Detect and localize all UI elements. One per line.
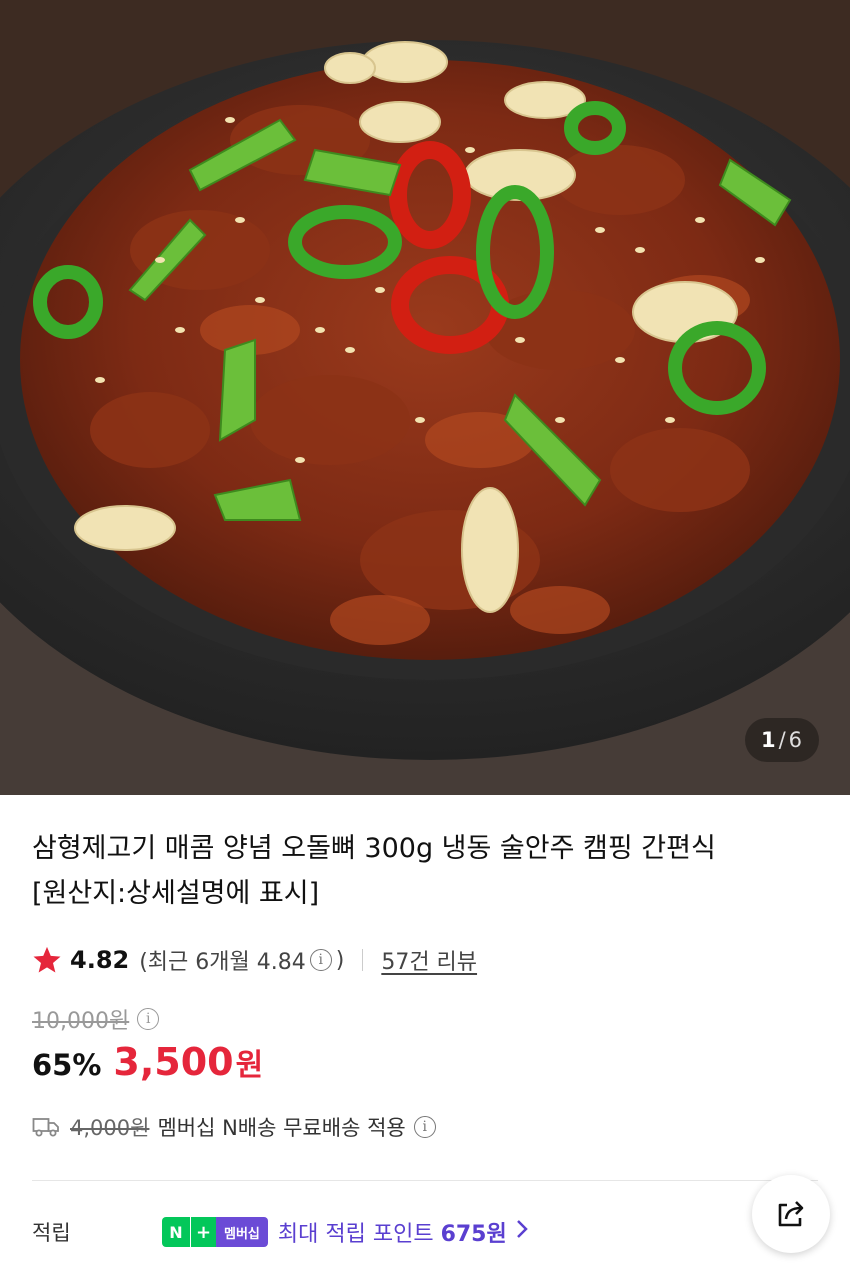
rating-score: 4.82 [70, 946, 130, 974]
divider [362, 949, 364, 971]
points-text[interactable]: 최대 적립 포인트 675원 [278, 1216, 507, 1248]
share-button[interactable] [752, 1175, 830, 1253]
truck-icon [32, 1118, 59, 1137]
sale-price: 3,500 [113, 1040, 234, 1084]
star-icon [33, 946, 61, 973]
product-title-line1: 삼형제고기 매콤 양념 오돌뼈 300g 냉동 술안주 캠핑 간편식 [32, 833, 716, 864]
naver-membership-badge: N + 멤버십 [162, 1217, 268, 1247]
share-icon [778, 1201, 804, 1227]
badge-membership: 멤버십 [216, 1217, 268, 1247]
divider [32, 1180, 818, 1181]
recent-rating-close: ) [335, 947, 345, 973]
info-icon[interactable]: i [137, 1008, 160, 1030]
product-image[interactable]: 1 / 6 [0, 0, 850, 795]
badge-plus: + [190, 1217, 216, 1247]
badge-n: N [162, 1217, 190, 1247]
shipping-row: 4,000원 멤버십 N배송 무료배송 적용 i [32, 1108, 436, 1146]
original-price-row: 10,000원 i [32, 1000, 160, 1038]
chevron-right-icon[interactable] [515, 1218, 529, 1246]
shipping-text: 멤버십 N배송 무료배송 적용 [157, 1116, 406, 1140]
info-icon[interactable]: i [309, 949, 332, 971]
rating-row: 4.82 (최근 6개월 4.84 i ) 57건 리뷰 [32, 940, 477, 980]
image-counter: 1 / 6 [745, 718, 819, 762]
image-counter-separator: / [778, 728, 787, 752]
image-counter-total: 6 [788, 728, 804, 752]
product-photo [0, 0, 850, 795]
recent-rating-text: (최근 6개월 4.84 [139, 950, 306, 975]
shipping-original-fee: 4,000원 [70, 1116, 150, 1140]
currency-unit: 원 [235, 1048, 264, 1083]
discount-rate: 65% [32, 1048, 102, 1082]
points-row[interactable]: 적립 N + 멤버십 최대 적립 포인트 675원 [32, 1208, 818, 1256]
points-amount: 675원 [440, 1222, 507, 1247]
original-price: 10,000원 [32, 1009, 130, 1034]
info-icon[interactable]: i [413, 1116, 436, 1138]
product-title: 삼형제고기 매콤 양념 오돌뼈 300g 냉동 술안주 캠핑 간편식 [원산지:… [32, 826, 812, 916]
recent-rating: (최근 6개월 4.84 i ) [139, 944, 344, 976]
image-counter-current: 1 [760, 728, 777, 752]
sale-price-row: 65% 3,500 원 [32, 1040, 263, 1098]
points-text-prefix: 최대 적립 포인트 [277, 1222, 441, 1247]
points-label: 적립 [32, 1221, 71, 1245]
product-title-line2: [원산지:상세설명에 표시] [32, 878, 320, 909]
reviews-link[interactable]: 57건 리뷰 [381, 944, 477, 976]
